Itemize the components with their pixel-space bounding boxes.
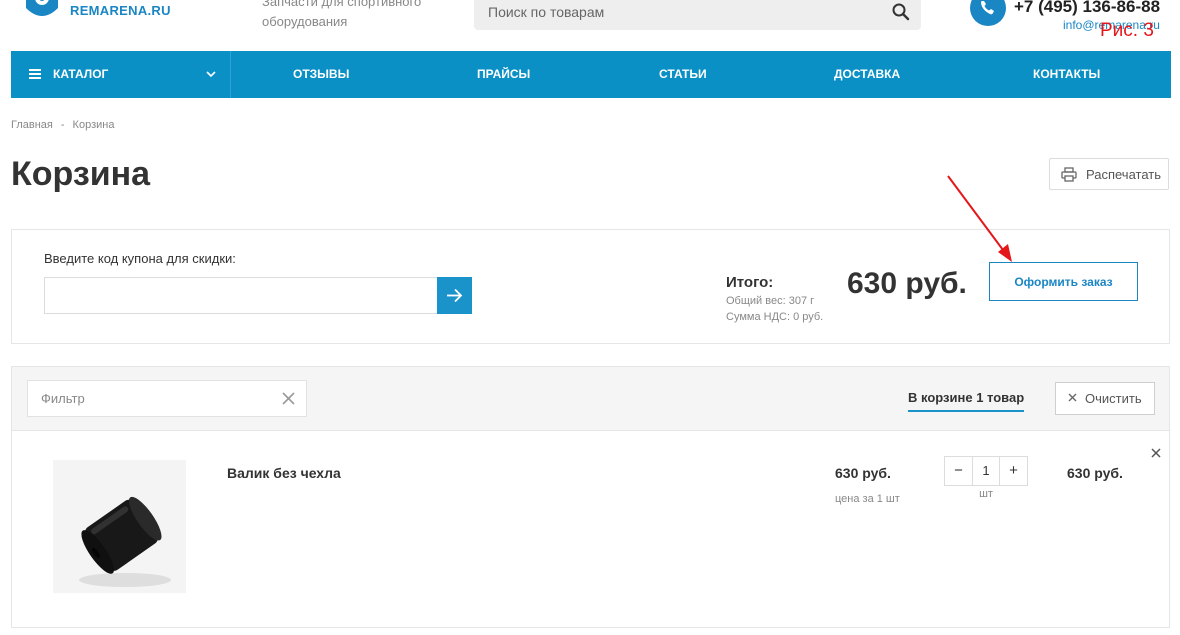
quantity-value[interactable]: 1: [972, 457, 1000, 485]
close-icon[interactable]: [282, 392, 295, 405]
nav-item-prices[interactable]: ПРАЙСЫ: [477, 67, 530, 81]
unit-price-note: цена за 1 шт: [835, 493, 900, 505]
logo-icon[interactable]: [22, 0, 62, 20]
checkout-button-label: Оформить заказ: [1014, 275, 1113, 289]
breadcrumb-home[interactable]: Главная: [11, 119, 53, 131]
nav-item-articles[interactable]: СТАТЬИ: [659, 67, 707, 81]
total-vat: Сумма НДС: 0 руб.: [726, 311, 824, 323]
quantity-stepper: − 1 +: [944, 456, 1028, 486]
breadcrumb: Главная - Корзина: [11, 119, 114, 131]
figure-label: Рис. 3: [1100, 20, 1154, 41]
total-sum: 630 руб.: [847, 267, 967, 300]
page-title: Корзина: [11, 155, 151, 193]
quantity-decrease-button[interactable]: −: [945, 457, 973, 485]
nav-item-delivery[interactable]: ДОСТАВКА: [834, 67, 900, 81]
chevron-down-icon: [206, 71, 216, 78]
coupon-input[interactable]: [44, 277, 438, 314]
print-button[interactable]: Распечатать: [1049, 158, 1169, 190]
phone-number[interactable]: +7 (495) 136-86-88: [1014, 0, 1160, 17]
logo-text[interactable]: REMARENA.RU: [70, 3, 171, 18]
printer-icon: [1061, 167, 1077, 182]
line-total: 630 руб.: [1067, 465, 1123, 481]
unit-price: 630 руб.: [835, 465, 891, 481]
tab-cart-count[interactable]: В корзине 1 товар: [908, 390, 1025, 412]
breadcrumb-separator: -: [60, 119, 65, 131]
annotation-arrow: [947, 175, 1012, 262]
coupon-label: Введите код купона для скидки:: [44, 251, 236, 266]
total-label: Итого:: [726, 274, 774, 291]
product-name[interactable]: Валик без чехла: [227, 465, 341, 481]
nav-item-reviews[interactable]: ОТЗЫВЫ: [293, 67, 349, 81]
site-tagline: Запчасти для спортивного оборудования: [262, 0, 422, 29]
clear-cart-label: Очистить: [1085, 391, 1142, 406]
quantity-unit: шт: [979, 488, 993, 500]
close-icon: [1068, 393, 1077, 402]
quantity-increase-button[interactable]: +: [999, 457, 1027, 485]
total-weight: Общий вес: 307 г: [726, 295, 815, 307]
search-icon[interactable]: [891, 2, 911, 22]
clear-cart-button[interactable]: Очистить: [1055, 382, 1155, 415]
print-button-label: Распечатать: [1086, 167, 1162, 182]
search-bar: [474, 0, 921, 30]
coupon-apply-button[interactable]: [437, 277, 472, 314]
nav-catalog-label: КАТАЛОГ: [53, 67, 109, 81]
nav-catalog-button[interactable]: КАТАЛОГ: [11, 51, 231, 98]
hamburger-icon: [29, 69, 41, 79]
cart-filter: [27, 380, 307, 417]
product-image[interactable]: [53, 460, 186, 593]
nav-item-contacts[interactable]: КОНТАКТЫ: [1033, 67, 1100, 81]
breadcrumb-current: Корзина: [72, 119, 115, 131]
search-input[interactable]: [474, 0, 874, 30]
close-icon[interactable]: [1151, 448, 1161, 458]
arrow-right-icon: [447, 288, 463, 303]
phone-icon[interactable]: [970, 0, 1006, 26]
main-nav: КАТАЛОГ ОТЗЫВЫ ПРАЙСЫ СТАТЬИ ДОСТАВКА КО…: [11, 51, 1171, 98]
filter-input[interactable]: [28, 381, 268, 416]
